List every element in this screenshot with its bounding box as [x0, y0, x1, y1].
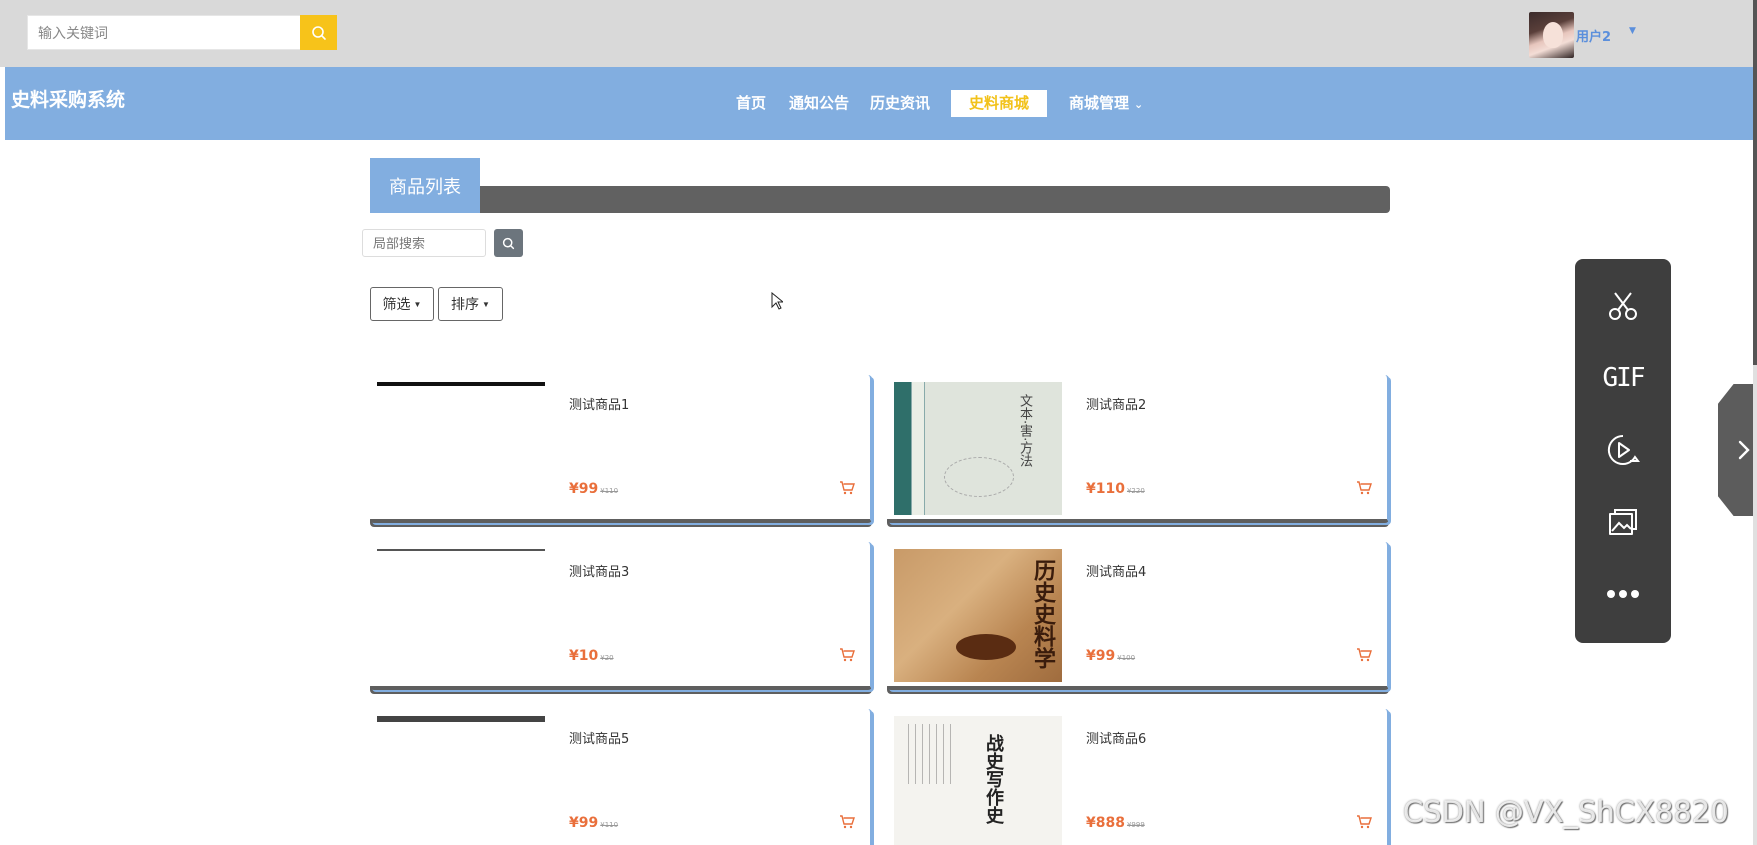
- caret-down-icon: ▼: [1629, 26, 1636, 36]
- product-image: 文本·害·方法: [894, 382, 1062, 515]
- product-name: 测试商品1: [569, 398, 630, 413]
- product-card[interactable]: 战史写作史 测试商品6 ¥888 ¥999: [887, 709, 1389, 845]
- section-title-bar: [370, 186, 1390, 213]
- nav-item-home[interactable]: 首页: [736, 92, 766, 113]
- section-title: 商品列表: [370, 158, 480, 213]
- product-image: [377, 716, 545, 845]
- product-name: 测试商品2: [1086, 398, 1147, 413]
- product-image: 战史写作史: [894, 716, 1062, 845]
- cart-icon[interactable]: [1356, 480, 1372, 496]
- cover-title: 战史写作史: [983, 734, 1004, 824]
- price-original: ¥110: [600, 487, 619, 495]
- price-original: ¥20: [600, 654, 614, 662]
- product-price: ¥110 ¥220: [1086, 481, 1145, 497]
- product-name: 测试商品4: [1086, 565, 1147, 580]
- sort-dropdown[interactable]: 排序 ▼: [438, 287, 503, 321]
- caret-down-icon: ▼: [413, 299, 422, 309]
- price-current: ¥10: [569, 648, 599, 664]
- product-card[interactable]: 测试商品3 ¥10 ¥20: [370, 542, 872, 690]
- caret-down-icon: ▼: [482, 299, 490, 309]
- image-icon: [1609, 509, 1637, 535]
- cart-icon[interactable]: [1356, 814, 1372, 830]
- filter-label: 筛选: [382, 296, 411, 312]
- main-nav: 史料采购系统 首页 通知公告 历史资讯 史料商城 商城管理 ⌄: [5, 67, 1757, 140]
- price-current: ¥888: [1086, 815, 1125, 831]
- cover-title: 历史史料学: [1030, 559, 1056, 669]
- watermark: CSDN @VX_ShCX8820: [1403, 795, 1729, 829]
- global-search-input[interactable]: [27, 15, 300, 50]
- product-price: ¥888 ¥999: [1086, 815, 1145, 831]
- price-original: ¥110: [600, 821, 619, 829]
- search-icon: [502, 237, 515, 249]
- scissors-icon: [1609, 292, 1637, 320]
- floating-toolbar: GIF: [1575, 259, 1671, 643]
- product-name: 测试商品5: [569, 732, 630, 747]
- record-video-button[interactable]: [1603, 430, 1643, 470]
- product-image: 历史史料学: [894, 549, 1062, 682]
- scissors-button[interactable]: [1603, 286, 1643, 326]
- product-image: [377, 549, 545, 682]
- search-icon: [311, 25, 326, 40]
- local-search-input[interactable]: [362, 229, 486, 257]
- cart-icon[interactable]: [1356, 647, 1372, 663]
- scrollbar-thumb[interactable]: [1753, 0, 1757, 365]
- chevron-right-icon: [1738, 440, 1750, 460]
- product-price: ¥99 ¥100: [1086, 648, 1135, 664]
- nav-item-mall-admin-label: 商城管理: [1069, 94, 1130, 112]
- local-search-button[interactable]: [494, 229, 523, 257]
- user-menu[interactable]: 用户2 ▼: [1529, 12, 1649, 58]
- cart-icon[interactable]: [839, 647, 855, 663]
- product-card[interactable]: 历史史料学 测试商品4 ¥99 ¥100: [887, 542, 1389, 690]
- product-price: ¥99 ¥110: [569, 815, 618, 831]
- price-current: ¥110: [1086, 481, 1125, 497]
- price-original: ¥220: [1126, 487, 1145, 495]
- product-name: 测试商品6: [1086, 732, 1147, 747]
- cart-icon[interactable]: [839, 814, 855, 830]
- username: 用户2: [1576, 30, 1612, 45]
- mouse-cursor-icon: [771, 292, 783, 310]
- price-current: ¥99: [569, 481, 599, 497]
- gif-label: GIF: [1602, 363, 1646, 393]
- product-card[interactable]: 文本·害·方法 测试商品2 ¥110 ¥220: [887, 375, 1389, 523]
- nav-menu: 首页 通知公告 历史资讯 史料商城 商城管理 ⌄: [5, 67, 1757, 140]
- global-search-button[interactable]: [300, 15, 337, 50]
- product-image: [377, 382, 545, 515]
- sort-label: 排序: [451, 296, 480, 312]
- gif-button[interactable]: GIF: [1602, 358, 1646, 398]
- nav-item-history-news[interactable]: 历史资讯: [870, 92, 930, 113]
- more-dots-icon: [1607, 590, 1639, 598]
- scrollbar[interactable]: [1753, 0, 1757, 845]
- product-price: ¥10 ¥20: [569, 648, 614, 664]
- play-circle-icon: [1607, 434, 1640, 465]
- price-current: ¥99: [1086, 648, 1116, 664]
- price-original: ¥100: [1117, 654, 1136, 662]
- cart-icon[interactable]: [839, 480, 855, 496]
- nav-item-mall[interactable]: 史料商城: [951, 90, 1048, 117]
- product-name: 测试商品3: [569, 565, 630, 580]
- nav-item-notices[interactable]: 通知公告: [789, 92, 849, 113]
- side-expand-tab[interactable]: [1718, 384, 1757, 516]
- chevron-down-icon: ⌄: [1134, 98, 1144, 111]
- more-button[interactable]: [1603, 574, 1643, 614]
- product-price: ¥99 ¥110: [569, 481, 618, 497]
- nav-item-mall-admin[interactable]: 商城管理 ⌄: [1069, 92, 1143, 113]
- product-card[interactable]: 测试商品5 ¥99 ¥110: [370, 709, 872, 845]
- avatar: [1529, 12, 1574, 58]
- product-card[interactable]: 测试商品1 ¥99 ¥110: [370, 375, 872, 523]
- top-bar: 用户2 ▼: [0, 0, 1757, 67]
- image-edit-button[interactable]: [1603, 502, 1643, 542]
- filter-dropdown[interactable]: 筛选 ▼: [370, 287, 434, 321]
- global-search: [27, 15, 337, 50]
- price-current: ¥99: [569, 815, 599, 831]
- cover-title: 文本·害·方法: [1017, 394, 1032, 468]
- price-original: ¥999: [1126, 821, 1145, 829]
